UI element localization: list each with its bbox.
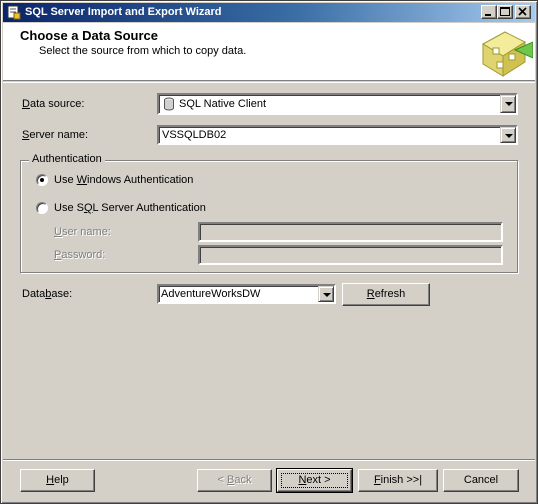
windows-auth-radio[interactable] (36, 174, 48, 186)
wizard-app-icon (7, 5, 21, 20)
database-combo[interactable]: AdventureWorksDW (157, 284, 336, 304)
back-button[interactable]: < Back (197, 469, 272, 492)
database-value: AdventureWorksDW (161, 288, 261, 300)
window-title: SQL Server Import and Export Wizard (25, 6, 222, 18)
server-name-value: VSSQLDB02 (162, 129, 227, 141)
sql-auth-radio[interactable] (36, 202, 48, 214)
data-source-value: SQL Native Client (179, 98, 267, 110)
server-name-dropdown-icon[interactable] (500, 127, 516, 143)
refresh-button[interactable]: Refresh (342, 283, 430, 306)
header-divider (3, 82, 535, 83)
focus-rect (281, 473, 348, 488)
password-label: Password: (54, 249, 106, 261)
cancel-button[interactable]: Cancel (443, 469, 519, 492)
maximize-icon[interactable] (497, 5, 513, 19)
page-title: Choose a Data Source (20, 28, 158, 43)
server-name-combo[interactable]: VSSQLDB02 (157, 125, 518, 145)
close-icon[interactable] (515, 5, 531, 19)
next-button[interactable]: Next > (276, 468, 353, 493)
help-button[interactable]: Help (20, 469, 95, 492)
server-name-label: Server name: (22, 129, 89, 141)
user-name-label: User name: (54, 226, 111, 238)
footer-divider (3, 459, 535, 461)
database-cylinder-icon (163, 97, 175, 114)
data-source-dropdown-icon[interactable] (500, 95, 516, 113)
page-subtitle: Select the source from which to copy dat… (39, 45, 247, 57)
finish-button[interactable]: Finish >>| (358, 469, 438, 492)
wizard-header: Choose a Data Source Select the source f… (3, 23, 535, 81)
wizard-window: SQL Server Import and Export Wizard Choo… (0, 0, 538, 504)
title-bar[interactable]: SQL Server Import and Export Wizard (3, 3, 535, 22)
database-dropdown-icon[interactable] (318, 286, 334, 302)
database-label: Database: (22, 288, 73, 300)
authentication-legend: Authentication (29, 153, 105, 165)
sql-auth-label[interactable]: Use SQL Server Authentication (54, 202, 206, 214)
user-name-field[interactable] (198, 222, 503, 242)
wizard-logo-icon (475, 24, 534, 80)
data-source-combo[interactable]: SQL Native Client (157, 93, 518, 115)
data-source-label: Data source: (22, 98, 85, 110)
minimize-icon[interactable] (481, 5, 497, 19)
password-field[interactable] (198, 245, 503, 265)
windows-auth-label[interactable]: Use Windows Authentication (54, 174, 193, 186)
